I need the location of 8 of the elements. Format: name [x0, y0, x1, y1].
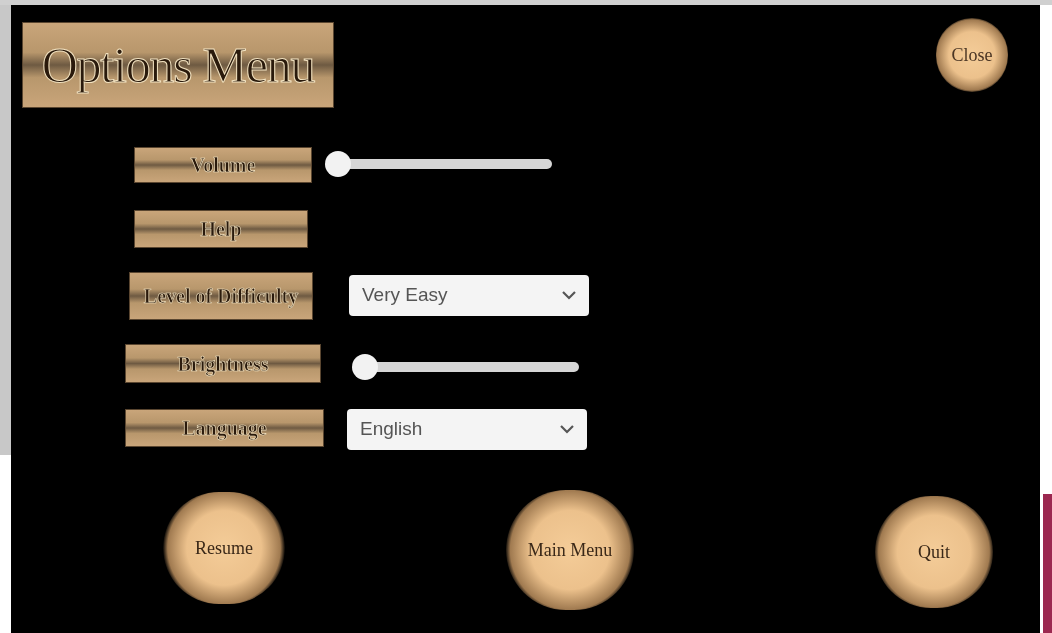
- dropdown[interactable]: Very Easy: [349, 275, 589, 316]
- round-menu-button[interactable]: Main Menu: [506, 490, 634, 610]
- close-button[interactable]: Close: [936, 18, 1008, 92]
- chevron-down-icon: [560, 425, 574, 434]
- dropdown[interactable]: English: [347, 409, 587, 450]
- chevron-down-icon: [562, 291, 576, 300]
- round-menu-button[interactable]: Quit: [875, 496, 993, 608]
- round-menu-button[interactable]: Resume: [163, 492, 285, 604]
